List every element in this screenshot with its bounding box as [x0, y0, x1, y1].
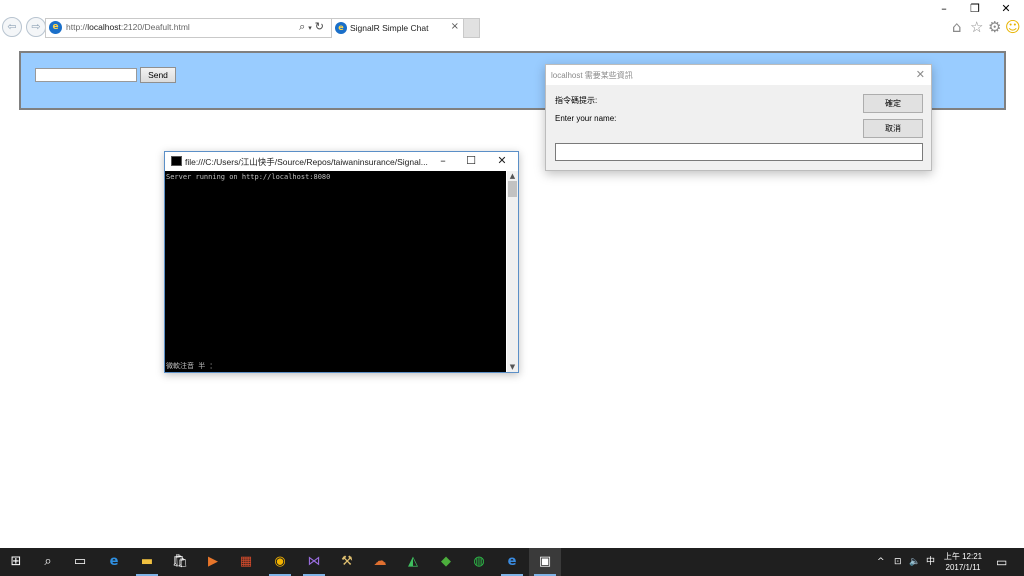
console-window[interactable]: file:///C:/Users/江山快手/Source/Repos/taiwa… [164, 151, 519, 373]
media-icon[interactable]: ▶ [197, 548, 229, 576]
home-icon[interactable]: ⌂ [952, 18, 962, 36]
console-output-line: Server running on http://localhost:8080 [166, 173, 331, 181]
ime-status-line: 微軟注音 半 ： [166, 362, 217, 370]
gear-icon[interactable]: ⚙ [988, 18, 1001, 36]
tab-title: SignalR Simple Chat [350, 23, 429, 33]
smiley-feedback-icon[interactable]: ☺ [1005, 18, 1021, 36]
ok-button[interactable]: 確定 [863, 94, 923, 113]
dialog-prompt-text: Enter your name: [555, 114, 617, 123]
tray-chevron-icon[interactable]: ^ [877, 548, 885, 576]
scroll-thumb[interactable] [508, 181, 517, 197]
evernote-icon[interactable]: ◆ [430, 548, 462, 576]
ime-indicator[interactable]: 中 [926, 548, 935, 576]
prompt-dialog: localhost 需要某些資訊 ✕ 指令碼提示: Enter your nam… [545, 64, 932, 171]
tools-icon[interactable]: ⚒ [331, 548, 363, 576]
cancel-button[interactable]: 取消 [863, 119, 923, 138]
forward-button[interactable]: ⇨ [26, 17, 46, 37]
dialog-titlebar: localhost 需要某些資訊 ✕ [546, 65, 931, 85]
search-icon[interactable]: ⌕ [32, 548, 64, 576]
message-input[interactable] [35, 68, 137, 82]
cloud-icon[interactable]: ☁ [364, 548, 396, 576]
send-button[interactable]: Send [140, 67, 176, 83]
url-host: localhost [87, 22, 121, 32]
clock-date: 2017/1/11 [945, 563, 981, 572]
url-text[interactable]: http://localhost:2120/Deafult.html [66, 22, 190, 32]
close-tab-icon[interactable]: × [451, 21, 459, 32]
address-bar[interactable]: e http://localhost:2120/Deafult.html ⌕▾↻ [45, 18, 332, 38]
office-icon[interactable]: ▦ [230, 548, 262, 576]
notification-icon[interactable]: ▭ [996, 548, 1007, 576]
back-button[interactable]: ⇦ [2, 17, 22, 37]
ie-tab-icon: e [335, 22, 347, 34]
url-scheme: http:// [66, 22, 88, 32]
edge-icon[interactable]: e [98, 548, 130, 576]
visual-studio-icon[interactable]: ⋈ [298, 548, 330, 576]
task-view-icon[interactable]: ▭ [64, 548, 96, 576]
refresh-icon[interactable]: ↻ [315, 20, 327, 33]
address-tools: ⌕▾↻ [299, 20, 327, 34]
line-icon[interactable]: ◍ [463, 548, 495, 576]
search-icon[interactable]: ⌕ [299, 20, 308, 33]
clock[interactable]: 上午 12:21 2017/1/11 [938, 551, 988, 573]
console-title: file:///C:/Users/江山快手/Source/Repos/taiwa… [171, 156, 428, 168]
android-icon[interactable]: ◭ [397, 548, 429, 576]
name-input[interactable] [555, 143, 923, 161]
console-scrollbar[interactable]: ▲ ▼ [507, 171, 518, 372]
chrome-icon[interactable]: ◉ [264, 548, 296, 576]
scroll-up-icon[interactable]: ▲ [507, 172, 518, 180]
console-maximize-button[interactable]: ☐ [458, 154, 484, 167]
restore-button[interactable]: ❐ [965, 2, 985, 15]
clock-time: 上午 12:21 [943, 552, 983, 561]
console-icon [171, 156, 182, 166]
ie-icon[interactable]: e [496, 548, 528, 576]
tab-signalr-chat[interactable]: e SignalR Simple Chat × [331, 18, 464, 37]
scroll-down-icon[interactable]: ▼ [507, 363, 518, 371]
file-explorer-icon[interactable]: ▬ [131, 548, 163, 576]
new-tab-button[interactable] [463, 18, 480, 38]
console-screen[interactable]: Server running on http://localhost:8080 … [165, 171, 506, 372]
url-path: :2120/Deafult.html [120, 22, 190, 32]
console-minimize-button[interactable]: – [430, 154, 456, 167]
volume-icon[interactable]: 🔈 [909, 548, 920, 576]
minimize-button[interactable]: – [934, 2, 954, 15]
network-icon[interactable]: ⊡ [894, 548, 902, 576]
dialog-prompt-label: 指令碼提示: [555, 96, 598, 105]
console-title-text: file:///C:/Users/江山快手/Source/Repos/taiwa… [185, 157, 428, 167]
console-taskbar-icon[interactable]: ▣ [529, 548, 561, 576]
close-window-button[interactable]: ✕ [996, 2, 1016, 15]
back-arrow-icon: ⇦ [7, 20, 17, 33]
start-icon[interactable]: ⊞ [0, 548, 32, 576]
forward-arrow-icon: ⇨ [31, 20, 41, 33]
store-icon[interactable]: 🛍 [164, 548, 196, 576]
taskbar: ⊞ ⌕ ▭ e ▬ 🛍 ▶ ▦ ◉ ⋈ ⚒ ☁ ◭ ◆ ◍ e ▣ ^ ⊡ 🔈 … [0, 548, 1024, 576]
console-close-button[interactable]: ✕ [489, 154, 515, 167]
dialog-title: localhost 需要某些資訊 [551, 71, 633, 80]
favorites-icon[interactable]: ☆ [970, 18, 983, 36]
dialog-close-icon[interactable]: ✕ [916, 68, 925, 81]
ie-page-icon: e [49, 21, 62, 34]
